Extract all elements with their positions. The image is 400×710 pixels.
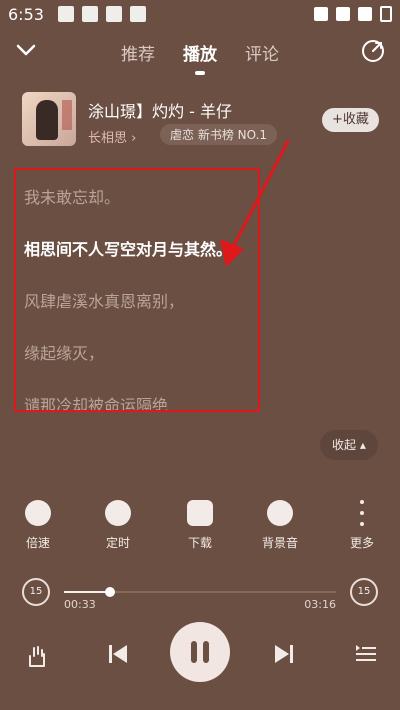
timer-label: 定时 bbox=[105, 536, 130, 550]
speed-icon bbox=[25, 500, 51, 526]
more-action[interactable]: 更多 bbox=[332, 500, 392, 551]
background-sound-label: 背景音 bbox=[261, 536, 298, 550]
music-disc-icon bbox=[267, 500, 293, 526]
cover-figure bbox=[36, 100, 58, 140]
square-icon bbox=[82, 6, 98, 22]
vibrate-icon bbox=[314, 7, 328, 21]
previous-track-icon[interactable] bbox=[106, 642, 130, 666]
album-link[interactable]: 长相思 › bbox=[88, 127, 136, 146]
more-vertical-icon bbox=[349, 500, 375, 526]
pause-icon bbox=[191, 641, 197, 663]
signal-icon bbox=[358, 7, 372, 21]
alarm-clock-icon bbox=[105, 500, 131, 526]
action-row: 倍速 定时 下载 背景音 更多 bbox=[0, 500, 400, 560]
forward-15-icon[interactable]: 15 bbox=[350, 578, 378, 606]
speed-action[interactable]: 倍速 bbox=[8, 500, 68, 551]
cover-title-tag bbox=[62, 100, 72, 130]
tab-comments[interactable]: 评论 bbox=[245, 40, 279, 65]
total-time: 03:16 bbox=[304, 598, 336, 611]
lyric-line: 缘起缘灭， bbox=[24, 344, 105, 363]
wifi-icon bbox=[336, 7, 350, 21]
annotation-arrow bbox=[220, 139, 290, 267]
playback-progress: 15 00:33 03:16 15 bbox=[0, 578, 400, 618]
status-time: 6:53 bbox=[8, 5, 44, 24]
playlist-icon[interactable] bbox=[354, 642, 378, 666]
lyric-line-current: 相思间不人写空对月与其然。 bbox=[24, 240, 233, 259]
timer-action[interactable]: 定时 bbox=[88, 500, 148, 551]
lyric-line: 风肆虐溪水真恩离别， bbox=[24, 292, 185, 311]
album-cover[interactable] bbox=[22, 92, 76, 146]
collapse-button[interactable]: 收起 ▴ bbox=[320, 430, 378, 460]
battery-icon bbox=[380, 6, 392, 22]
lyric-line: 谴那冷却被命运隔绝 bbox=[24, 396, 169, 412]
collect-button[interactable]: +收藏 bbox=[322, 108, 379, 132]
next-track-icon[interactable] bbox=[272, 642, 296, 666]
image-icon bbox=[106, 6, 122, 22]
download-icon bbox=[187, 500, 213, 526]
progress-fill bbox=[64, 591, 111, 593]
download-label: 下载 bbox=[187, 536, 212, 550]
status-bar: 6:53 bbox=[0, 0, 400, 30]
share-icon[interactable] bbox=[360, 38, 386, 64]
bug-icon bbox=[130, 6, 146, 22]
pause-button[interactable] bbox=[170, 622, 230, 682]
rewind-15-icon[interactable]: 15 bbox=[22, 578, 50, 606]
top-navigation: 推荐 播放 评论 bbox=[0, 36, 400, 70]
progress-slider[interactable] bbox=[64, 587, 336, 597]
progress-knob[interactable] bbox=[105, 587, 116, 597]
download-action[interactable]: 下载 bbox=[170, 500, 230, 551]
status-right-icons bbox=[314, 6, 392, 22]
current-time: 00:33 bbox=[64, 598, 96, 611]
tab-recommend[interactable]: 推荐 bbox=[121, 40, 155, 65]
hand-gesture-icon[interactable] bbox=[24, 644, 50, 670]
notification-icon bbox=[58, 6, 74, 22]
album-name: 长相思 bbox=[88, 131, 128, 146]
lyric-line: 我未敢忘却。 bbox=[24, 188, 121, 207]
song-title: 涂山璟】灼灼 - 羊仔 bbox=[88, 102, 232, 121]
tab-bar: 推荐 播放 评论 bbox=[0, 40, 400, 65]
more-label: 更多 bbox=[349, 536, 374, 550]
background-sound-action[interactable]: 背景音 bbox=[250, 500, 310, 551]
speed-label: 倍速 bbox=[25, 536, 50, 550]
tab-playing[interactable]: 播放 bbox=[183, 40, 217, 65]
player-controls bbox=[0, 620, 400, 690]
status-left-icons bbox=[58, 6, 146, 22]
